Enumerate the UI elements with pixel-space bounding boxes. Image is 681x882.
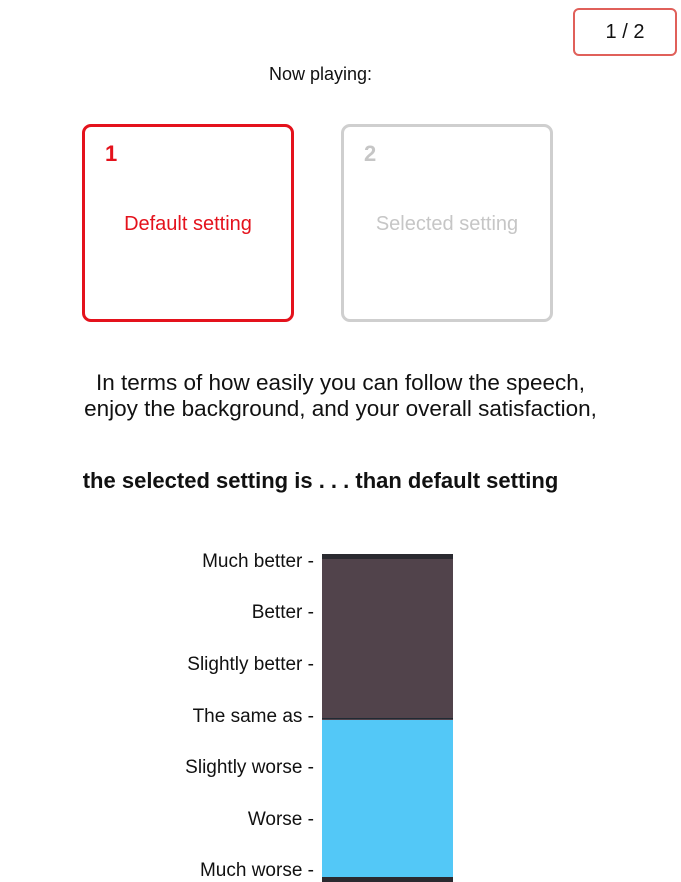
rating-slider[interactable]	[322, 554, 453, 882]
setting-2-label: Selected setting	[375, 213, 519, 235]
trial-counter[interactable]: 1 / 2	[573, 8, 677, 56]
question-line-2: enjoy the background, and your overall s…	[84, 396, 597, 421]
slider-bottom-cap	[322, 877, 453, 882]
slider-fill	[322, 720, 453, 882]
slider-top-cap	[322, 554, 453, 559]
slider-handle[interactable]	[322, 718, 453, 719]
setting-1-card[interactable]: 1 Default setting	[82, 124, 294, 322]
scale-label-much-worse[interactable]: Much worse -	[200, 860, 314, 882]
scale-label-worse[interactable]: Worse -	[248, 809, 314, 831]
question-text: In terms of how easily you can follow th…	[0, 370, 681, 422]
setting-1-label: Default setting	[124, 213, 252, 235]
scale-label-slightly-better[interactable]: Slightly better -	[187, 654, 314, 676]
scale-label-better[interactable]: Better -	[252, 602, 314, 624]
question-line-1: In terms of how easily you can follow th…	[95, 370, 585, 395]
now-playing-label: Now playing:	[268, 64, 373, 84]
comparison-statement: the selected setting is . . . than defau…	[82, 468, 559, 493]
scale-label-slightly-worse[interactable]: Slightly worse -	[185, 757, 314, 779]
scale-label-much-better[interactable]: Much better -	[202, 551, 314, 573]
rating-page: 1 / 2 Now playing: 1 Default setting 2 S…	[0, 0, 681, 882]
setting-1-number: 1	[105, 141, 118, 166]
scale-label-same[interactable]: The same as -	[193, 706, 314, 728]
setting-2-card[interactable]: 2 Selected setting	[341, 124, 553, 322]
trial-counter-text: 1 / 2	[605, 20, 645, 43]
setting-2-number: 2	[364, 141, 377, 166]
